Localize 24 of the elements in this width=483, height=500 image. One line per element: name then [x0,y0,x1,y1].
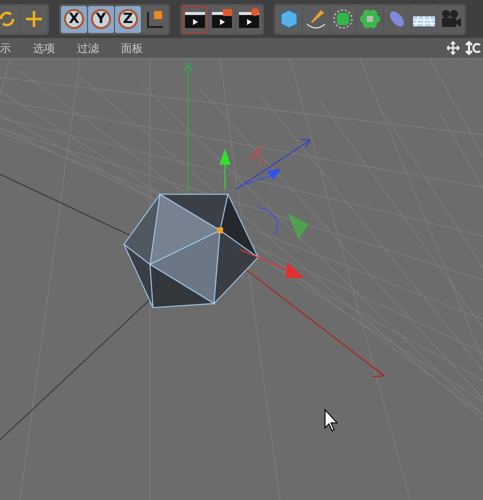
toolbar-button[interactable] [209,6,235,32]
cube-icon [278,8,300,30]
clapperboard-icon [210,8,234,30]
menu-item[interactable]: 选项 [33,40,55,56]
camera-icon [439,8,463,30]
toolbar-button[interactable] [411,6,437,32]
rotate-icon [0,9,17,29]
coordinate-system-icon [144,8,166,30]
menu-item[interactable]: 示 [0,40,11,56]
menu-item[interactable]: 过滤 [77,40,99,56]
move-icon [24,9,44,29]
pen-icon [305,8,327,30]
clapperboard-icon [237,8,261,30]
axis-toggle-button[interactable]: X [61,6,87,32]
toolbar-button[interactable] [236,6,262,32]
toolbar-button[interactable] [182,6,208,32]
rounded-cube-icon [332,8,354,30]
mouse-cursor-icon [324,408,338,432]
menu-item[interactable]: 面板 [121,40,143,56]
toolbar-button[interactable] [142,6,168,32]
flower-icon [359,8,381,30]
axis-toggle-button[interactable]: Z [115,6,141,32]
axis-toggle-button[interactable]: Y [88,6,114,32]
viewport-navigation-icon[interactable] [447,41,481,55]
